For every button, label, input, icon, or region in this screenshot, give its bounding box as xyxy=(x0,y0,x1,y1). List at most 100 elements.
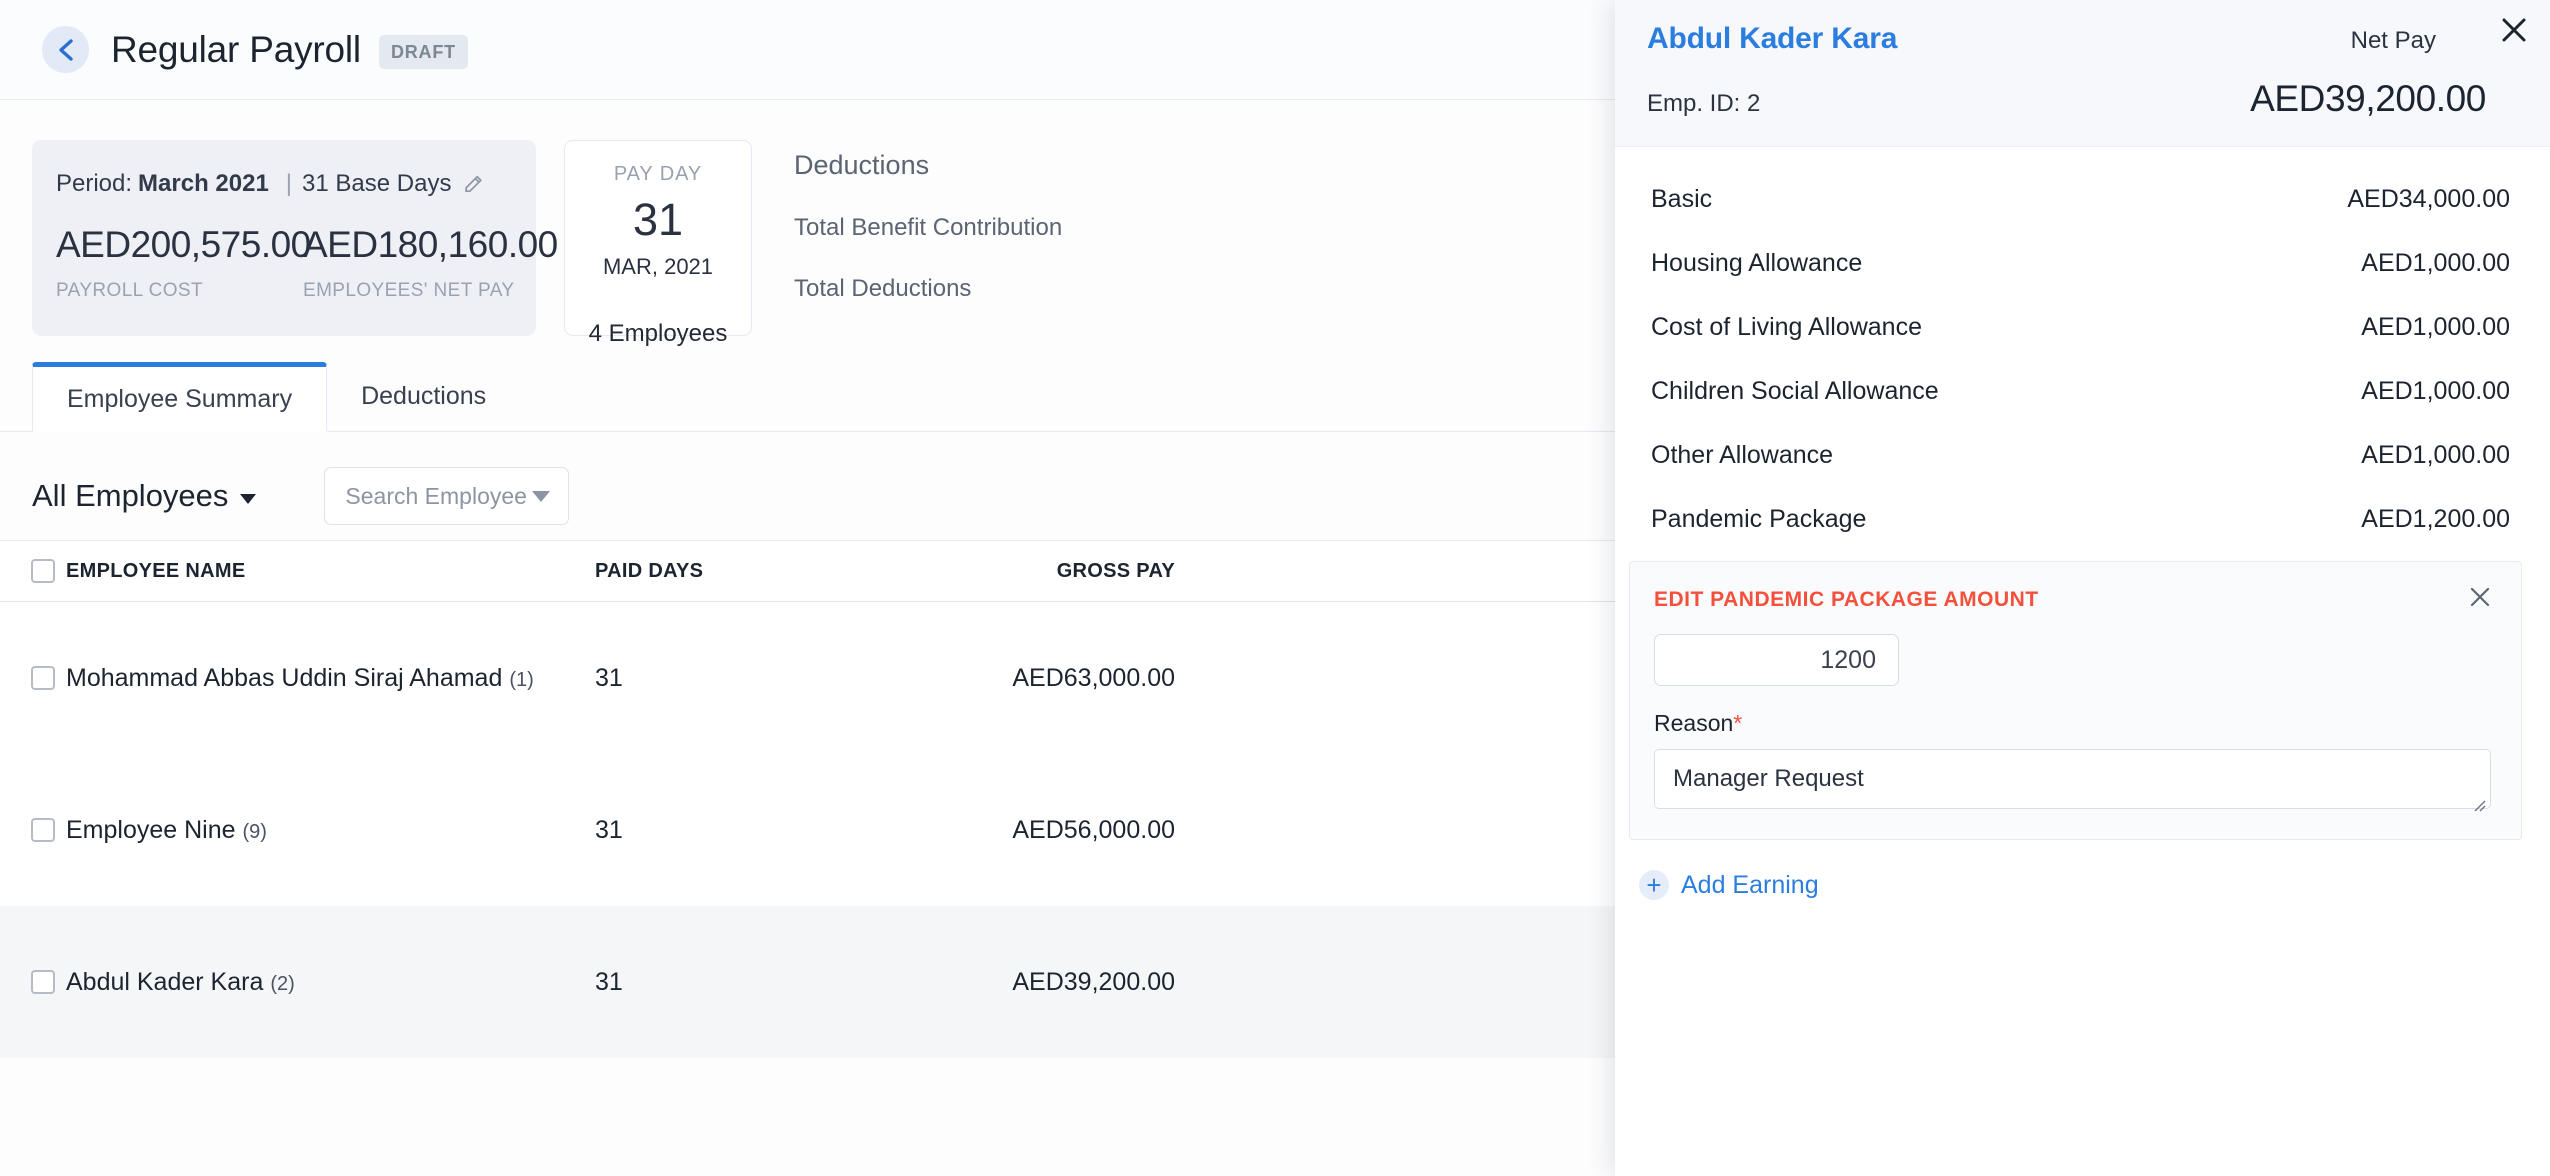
payroll-cost-block: AED200,575.00 PAYROLL COST xyxy=(56,224,303,302)
cell-gross-pay: AED63,000.00 xyxy=(845,664,1175,693)
close-icon xyxy=(2500,16,2528,49)
amount-row: AED200,575.00 PAYROLL COST AED180,160.00… xyxy=(56,224,536,302)
filter-bar: All Employees Search Employee xyxy=(0,432,1616,532)
net-pay-block: AED180,160.00 EMPLOYEES' NET PAY xyxy=(303,224,550,302)
row-checkbox[interactable] xyxy=(31,818,55,842)
select-all-checkbox-cell[interactable] xyxy=(0,559,66,583)
close-icon xyxy=(2468,585,2492,614)
deduction-item-total-deductions: Total Deductions xyxy=(794,275,1062,303)
status-badge: DRAFT xyxy=(379,35,468,69)
table-row[interactable]: Mohammad Abbas Uddin Siraj Ahamad (1) 31… xyxy=(0,602,1616,754)
base-days: 31 Base Days xyxy=(302,170,451,198)
add-earning-button[interactable]: + Add Earning xyxy=(1639,870,2550,900)
main-content: Regular Payroll DRAFT Period: March 2021… xyxy=(0,0,1616,1176)
chevron-left-icon xyxy=(55,37,77,63)
earning-amount: AED1,000.00 xyxy=(2361,441,2510,470)
table-row[interactable]: Employee Nine (9) 31 AED56,000.00 xyxy=(0,754,1616,906)
earning-row[interactable]: Other Allowance AED1,000.00 xyxy=(1651,429,2510,481)
panel-employee-name-link[interactable]: Abdul Kader Kara xyxy=(1647,22,1897,56)
panel-header-top-row: Abdul Kader Kara Net Pay xyxy=(1647,22,2510,56)
panel-net-pay-amount: AED39,200.00 xyxy=(2250,78,2486,120)
search-placeholder: Search Employee xyxy=(345,483,527,510)
deduction-item-benefit-contribution: Total Benefit Contribution xyxy=(794,214,1062,242)
earning-row[interactable]: Pandemic Package AED1,200.00 xyxy=(1651,493,2510,545)
chevron-down-icon xyxy=(532,491,550,502)
edit-card-close-button[interactable] xyxy=(2463,582,2497,616)
tab-bar: Employee Summary Deductions xyxy=(0,362,1616,432)
employee-name-text: Abdul Kader Kara xyxy=(66,968,263,996)
table-row[interactable]: Abdul Kader Kara (2) 31 AED39,200.00 xyxy=(0,906,1616,1058)
row-checkbox-cell[interactable] xyxy=(0,970,66,994)
panel-header: Abdul Kader Kara Net Pay Emp. ID: 2 AED3… xyxy=(1615,0,2550,147)
earning-amount: AED1,000.00 xyxy=(2361,377,2510,406)
plus-icon: + xyxy=(1639,870,1669,900)
tab-deductions[interactable]: Deductions xyxy=(327,361,520,431)
edit-earning-card: EDIT PANDEMIC PACKAGE AMOUNT 1200 Reason… xyxy=(1629,561,2522,840)
panel-close-button[interactable] xyxy=(2492,10,2536,54)
earning-row[interactable]: Children Social Allowance AED1,000.00 xyxy=(1651,365,2510,417)
panel-employee-id: Emp. ID: 2 xyxy=(1647,90,1760,118)
cell-gross-pay: AED39,200.00 xyxy=(845,968,1175,997)
panel-header-bottom-row: Emp. ID: 2 AED39,200.00 xyxy=(1647,78,2510,120)
tab-employee-summary[interactable]: Employee Summary xyxy=(32,362,327,432)
panel-net-pay-label: Net Pay xyxy=(2351,27,2436,55)
earning-row[interactable]: Basic AED34,000.00 xyxy=(1651,173,2510,225)
reason-value: Manager Request xyxy=(1673,765,1864,792)
all-employees-dropdown[interactable]: All Employees xyxy=(32,478,256,514)
resize-handle-icon[interactable] xyxy=(2472,791,2486,805)
employee-count: 4 Employees xyxy=(589,320,728,348)
period-summary-card: Period: March 2021 | 31 Base Days AED200… xyxy=(32,140,536,336)
column-header-gross-pay[interactable]: GROSS PAY xyxy=(845,560,1175,583)
employee-id-text: (1) xyxy=(509,669,533,691)
reason-label: Reason* xyxy=(1654,710,2491,737)
payday-day: 31 xyxy=(633,194,683,246)
earning-name: Pandemic Package xyxy=(1651,505,1866,534)
add-earning-label: Add Earning xyxy=(1681,871,1819,900)
earning-row[interactable]: Housing Allowance AED1,000.00 xyxy=(1651,237,2510,289)
employee-id-text: (9) xyxy=(242,821,266,843)
pencil-icon[interactable] xyxy=(463,173,485,195)
employee-id-text: (2) xyxy=(270,973,294,995)
select-all-checkbox[interactable] xyxy=(31,559,55,583)
cell-employee-name[interactable]: Mohammad Abbas Uddin Siraj Ahamad (1) xyxy=(66,664,595,693)
cell-employee-name[interactable]: Employee Nine (9) xyxy=(66,816,595,845)
required-marker: * xyxy=(1733,710,1742,736)
edit-card-title: EDIT PANDEMIC PACKAGE AMOUNT xyxy=(1654,588,2491,612)
earning-name: Cost of Living Allowance xyxy=(1651,313,1922,342)
earnings-list: Basic AED34,000.00 Housing Allowance AED… xyxy=(1615,173,2550,545)
earning-amount: AED1,000.00 xyxy=(2361,313,2510,342)
earning-name: Children Social Allowance xyxy=(1651,377,1939,406)
row-checkbox-cell[interactable] xyxy=(0,818,66,842)
reason-label-text: Reason xyxy=(1654,710,1733,736)
employee-table: EMPLOYEE NAME PAID DAYS GROSS PAY Mohamm… xyxy=(0,540,1616,1058)
row-checkbox[interactable] xyxy=(31,666,55,690)
edit-amount-input[interactable]: 1200 xyxy=(1654,634,1899,686)
total-benefit-contribution-label[interactable]: Total Benefit Contribution xyxy=(794,214,1062,241)
net-pay-label: EMPLOYEES' NET PAY xyxy=(303,280,550,302)
period-prefix: Period: xyxy=(56,170,132,198)
column-header-paid-days[interactable]: PAID DAYS xyxy=(595,560,845,583)
summary-strip: Period: March 2021 | 31 Base Days AED200… xyxy=(0,100,1616,340)
employee-detail-panel: Abdul Kader Kara Net Pay Emp. ID: 2 AED3… xyxy=(1615,0,2550,1176)
net-pay-value: AED180,160.00 xyxy=(303,224,550,266)
row-checkbox-cell[interactable] xyxy=(0,666,66,690)
payroll-cost-label: PAYROLL COST xyxy=(56,280,303,302)
payroll-cost-value: AED200,575.00 xyxy=(56,224,303,266)
period-line: Period: March 2021 | 31 Base Days xyxy=(56,170,536,198)
page-topbar: Regular Payroll DRAFT xyxy=(0,0,1616,100)
back-button[interactable] xyxy=(42,26,89,73)
all-employees-label: All Employees xyxy=(32,478,228,514)
cell-employee-name[interactable]: Abdul Kader Kara (2) xyxy=(66,968,595,997)
column-header-employee-name[interactable]: EMPLOYEE NAME xyxy=(66,560,595,583)
search-employee-input[interactable]: Search Employee xyxy=(324,467,569,525)
earning-row[interactable]: Cost of Living Allowance AED1,000.00 xyxy=(1651,301,2510,353)
reason-textarea[interactable]: Manager Request xyxy=(1654,749,2491,809)
deductions-title: Deductions xyxy=(794,150,1062,181)
earning-amount: AED34,000.00 xyxy=(2347,185,2510,214)
table-header-row: EMPLOYEE NAME PAID DAYS GROSS PAY xyxy=(0,540,1616,602)
earning-name: Housing Allowance xyxy=(1651,249,1862,278)
chevron-down-icon xyxy=(240,494,256,504)
payday-label: PAY DAY xyxy=(614,163,702,186)
row-checkbox[interactable] xyxy=(31,970,55,994)
cell-paid-days: 31 xyxy=(595,816,845,845)
